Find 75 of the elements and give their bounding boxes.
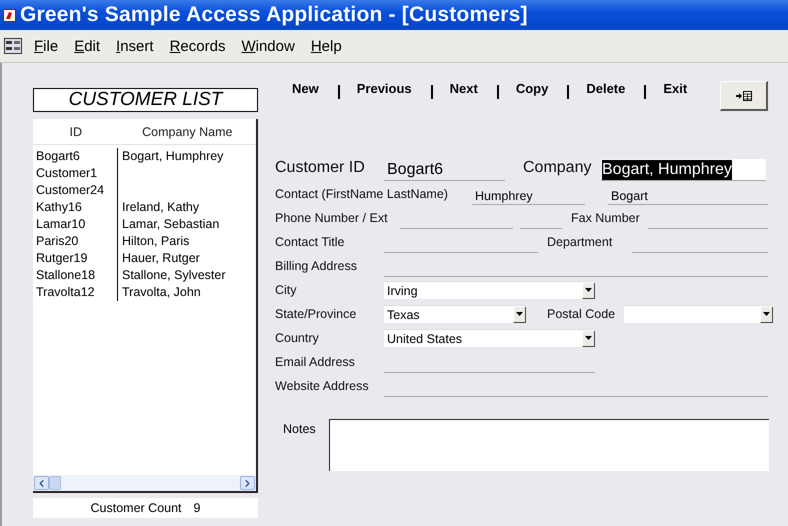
city-combo[interactable]: Irving	[384, 281, 595, 299]
scroll-thumb[interactable]	[49, 476, 61, 490]
scroll-left-button[interactable]	[34, 476, 49, 490]
action-link[interactable]: Exit	[663, 81, 688, 96]
list-cell[interactable]: Lamar, Sebastian	[117, 216, 256, 233]
count-value: 9	[194, 501, 200, 515]
menu-item[interactable]: Help	[304, 36, 348, 56]
list-cell[interactable]: Hauer, Rutger	[117, 250, 256, 267]
action-link[interactable]: Previous	[356, 81, 412, 96]
menu-item[interactable]: Edit	[68, 36, 106, 56]
list-cell[interactable]: Travolta12	[33, 284, 117, 301]
list-cell[interactable]: Customer1	[33, 165, 117, 182]
dropdown-button[interactable]	[513, 306, 526, 322]
list-cell[interactable]: Lamar10	[33, 216, 117, 233]
window-title: Green's Sample Access Application - [Customers]	[20, 3, 528, 27]
notes-field[interactable]	[329, 419, 769, 471]
list-cell[interactable]: Bogart6	[33, 148, 117, 165]
list-cell[interactable]: Kathy16	[33, 199, 117, 216]
field-label: Country	[275, 331, 320, 347]
country-combo[interactable]: United States	[384, 329, 595, 347]
list-cell[interactable]: Stallone18	[33, 267, 117, 284]
caret-icon	[585, 288, 592, 292]
field-label: Website Address	[275, 379, 370, 395]
list-title: CUSTOMER LIST	[33, 88, 258, 112]
field-label: Company	[523, 159, 592, 178]
field-label: Billing Address	[275, 259, 358, 275]
horizontal-scrollbar[interactable]	[33, 475, 256, 491]
form-icon[interactable]	[4, 38, 22, 54]
action-link[interactable]: Next	[450, 81, 478, 96]
list-cell[interactable]: Ireland, Kathy	[117, 199, 256, 216]
list-cell[interactable]: Travolta, John	[117, 284, 256, 301]
count-label: Customer Count	[90, 501, 182, 515]
caret-icon	[516, 312, 523, 316]
list-cell[interactable]: Paris20	[33, 233, 117, 250]
dropdown-button[interactable]	[582, 282, 595, 298]
list-cell[interactable]: Bogart, Humphrey	[117, 148, 256, 165]
arrow-table-icon	[736, 90, 752, 102]
field-label: Fax Number	[571, 211, 641, 227]
app-icon	[3, 8, 16, 22]
column-header: Company Name	[141, 124, 234, 141]
list-cell[interactable]: Hilton, Paris	[117, 233, 256, 250]
field-label: Postal Code	[547, 307, 616, 323]
customer-id-field[interactable]: Bogart6	[384, 159, 505, 181]
scroll-right-button[interactable]	[240, 476, 255, 490]
list-cell[interactable]: Rutger19	[33, 250, 117, 267]
datasheet-button[interactable]	[720, 81, 768, 111]
menu-item[interactable]: Window	[235, 36, 301, 56]
field-label: Department	[547, 235, 614, 251]
field-label: Contact Title	[275, 235, 346, 251]
field-label: Customer ID	[275, 159, 366, 178]
dropdown-button[interactable]	[582, 330, 595, 346]
state-combo[interactable]: Texas	[384, 305, 526, 323]
column-header: ID	[68, 124, 84, 140]
field-label: City	[275, 283, 298, 299]
field-label: Email Address	[275, 355, 356, 371]
caret-icon	[585, 336, 592, 340]
menu-item[interactable]: File	[28, 36, 64, 56]
menu-item[interactable]: Records	[164, 36, 232, 56]
last-name-field[interactable]: Bogart	[608, 187, 768, 205]
action-link[interactable]: Delete	[586, 81, 626, 96]
customer-list[interactable]	[33, 119, 258, 493]
caret-icon	[763, 312, 770, 316]
dropdown-button[interactable]	[760, 306, 773, 322]
first-name-field[interactable]: Humphrey	[472, 187, 585, 205]
menu-item[interactable]: Insert	[110, 36, 160, 56]
selected-text: Bogart, Humphrey	[602, 160, 732, 180]
list-cell[interactable]: Stallone, Sylvester	[117, 267, 256, 284]
action-link[interactable]: Copy	[516, 81, 548, 96]
list-cell[interactable]: Customer24	[33, 182, 117, 199]
field-label: Notes	[282, 421, 317, 436]
field-label: State/Province	[275, 307, 358, 323]
field-label: Contact (FirstName LastName)	[275, 187, 449, 203]
field-label: Phone Number / Ext	[275, 211, 389, 227]
company-field[interactable]: Bogart, Humphrey	[601, 159, 766, 181]
action-link[interactable]: New	[292, 81, 319, 96]
